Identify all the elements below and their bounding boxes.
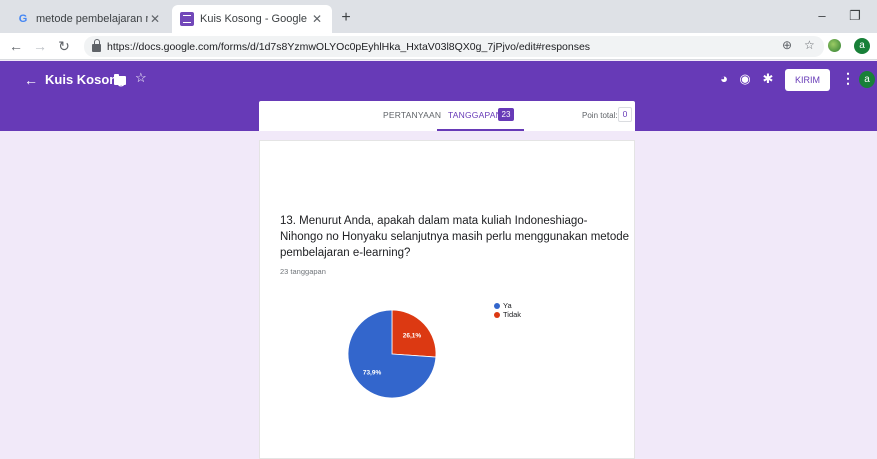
extension-icon[interactable] bbox=[828, 39, 841, 52]
responses-count-badge: 23 bbox=[498, 108, 514, 121]
response-count: 23 tanggapan bbox=[280, 267, 326, 276]
back-arrow-icon[interactable]: ← bbox=[24, 72, 38, 88]
active-tab-indicator bbox=[437, 129, 524, 131]
legend-swatch bbox=[494, 302, 500, 309]
browser-tab-search[interactable]: G metode pembelajaran menurut P ✕ bbox=[8, 5, 170, 33]
lock-icon bbox=[92, 39, 101, 52]
send-button[interactable]: KIRIM bbox=[785, 69, 830, 91]
legend-label: Ya bbox=[503, 301, 512, 310]
pie-chart: 26,1% 73,9% bbox=[347, 309, 437, 399]
more-options-icon[interactable]: ⋮ bbox=[841, 70, 855, 87]
pie-label-tidak: 26,1% bbox=[403, 332, 422, 339]
question-title: 13. Menurut Anda, apakah dalam mata kuli… bbox=[280, 215, 630, 259]
new-tab-button[interactable]: + bbox=[336, 8, 356, 28]
star-icon[interactable]: ☆ bbox=[135, 70, 147, 86]
points-value: 0 bbox=[618, 107, 632, 122]
restore-icon[interactable]: ❐ bbox=[845, 8, 865, 24]
bookmark-star-icon[interactable]: ☆ bbox=[804, 38, 815, 52]
close-tab-icon[interactable]: ✕ bbox=[310, 12, 324, 26]
legend-item-ya: Ya bbox=[494, 301, 521, 310]
url-text: https://docs.google.com/forms/d/1d7s8Yzm… bbox=[107, 40, 591, 53]
folder-icon[interactable] bbox=[114, 74, 126, 85]
close-tab-icon[interactable]: ✕ bbox=[148, 12, 162, 26]
tab-responses[interactable]: TANGGAPAN bbox=[448, 110, 502, 120]
tab-questions[interactable]: PERTANYAAN bbox=[383, 110, 441, 120]
browser-toolbar: ← → ↻ https://docs.google.com/forms/d/1d… bbox=[0, 33, 877, 60]
google-forms-icon bbox=[180, 12, 194, 26]
account-avatar[interactable]: a bbox=[859, 71, 875, 88]
palette-icon[interactable]: ◕ bbox=[717, 71, 731, 86]
settings-gear-icon[interactable]: ✱ bbox=[761, 71, 775, 87]
pie-label-ya: 73,9% bbox=[363, 370, 382, 377]
browser-tab-strip: G metode pembelajaran menurut P ✕ Kuis K… bbox=[0, 0, 877, 33]
tab-title: metode pembelajaran menurut P bbox=[36, 13, 148, 25]
browser-profile-avatar[interactable]: a bbox=[854, 38, 870, 54]
form-tabs-bar bbox=[259, 101, 635, 131]
legend-swatch bbox=[494, 311, 500, 318]
google-g-icon: G bbox=[18, 13, 28, 25]
tab-title: Kuis Kosong - Google Formulir bbox=[200, 13, 310, 25]
forward-arrow-icon[interactable]: → bbox=[32, 38, 48, 54]
zoom-icon[interactable]: ⊕ bbox=[782, 38, 792, 52]
points-label: Poin total: bbox=[582, 111, 618, 120]
response-summary-card bbox=[259, 140, 635, 459]
address-bar[interactable]: https://docs.google.com/forms/d/1d7s8Yzm… bbox=[84, 36, 824, 57]
legend-item-tidak: Tidak bbox=[494, 310, 521, 319]
browser-tab-forms[interactable]: Kuis Kosong - Google Formulir ✕ bbox=[172, 5, 332, 33]
minimize-icon[interactable]: – bbox=[812, 8, 832, 23]
chart-legend: Ya Tidak bbox=[494, 301, 521, 319]
preview-eye-icon[interactable]: ◉ bbox=[738, 71, 752, 87]
reload-icon[interactable]: ↻ bbox=[56, 38, 72, 54]
back-arrow-icon[interactable]: ← bbox=[8, 38, 24, 54]
legend-label: Tidak bbox=[503, 310, 522, 319]
